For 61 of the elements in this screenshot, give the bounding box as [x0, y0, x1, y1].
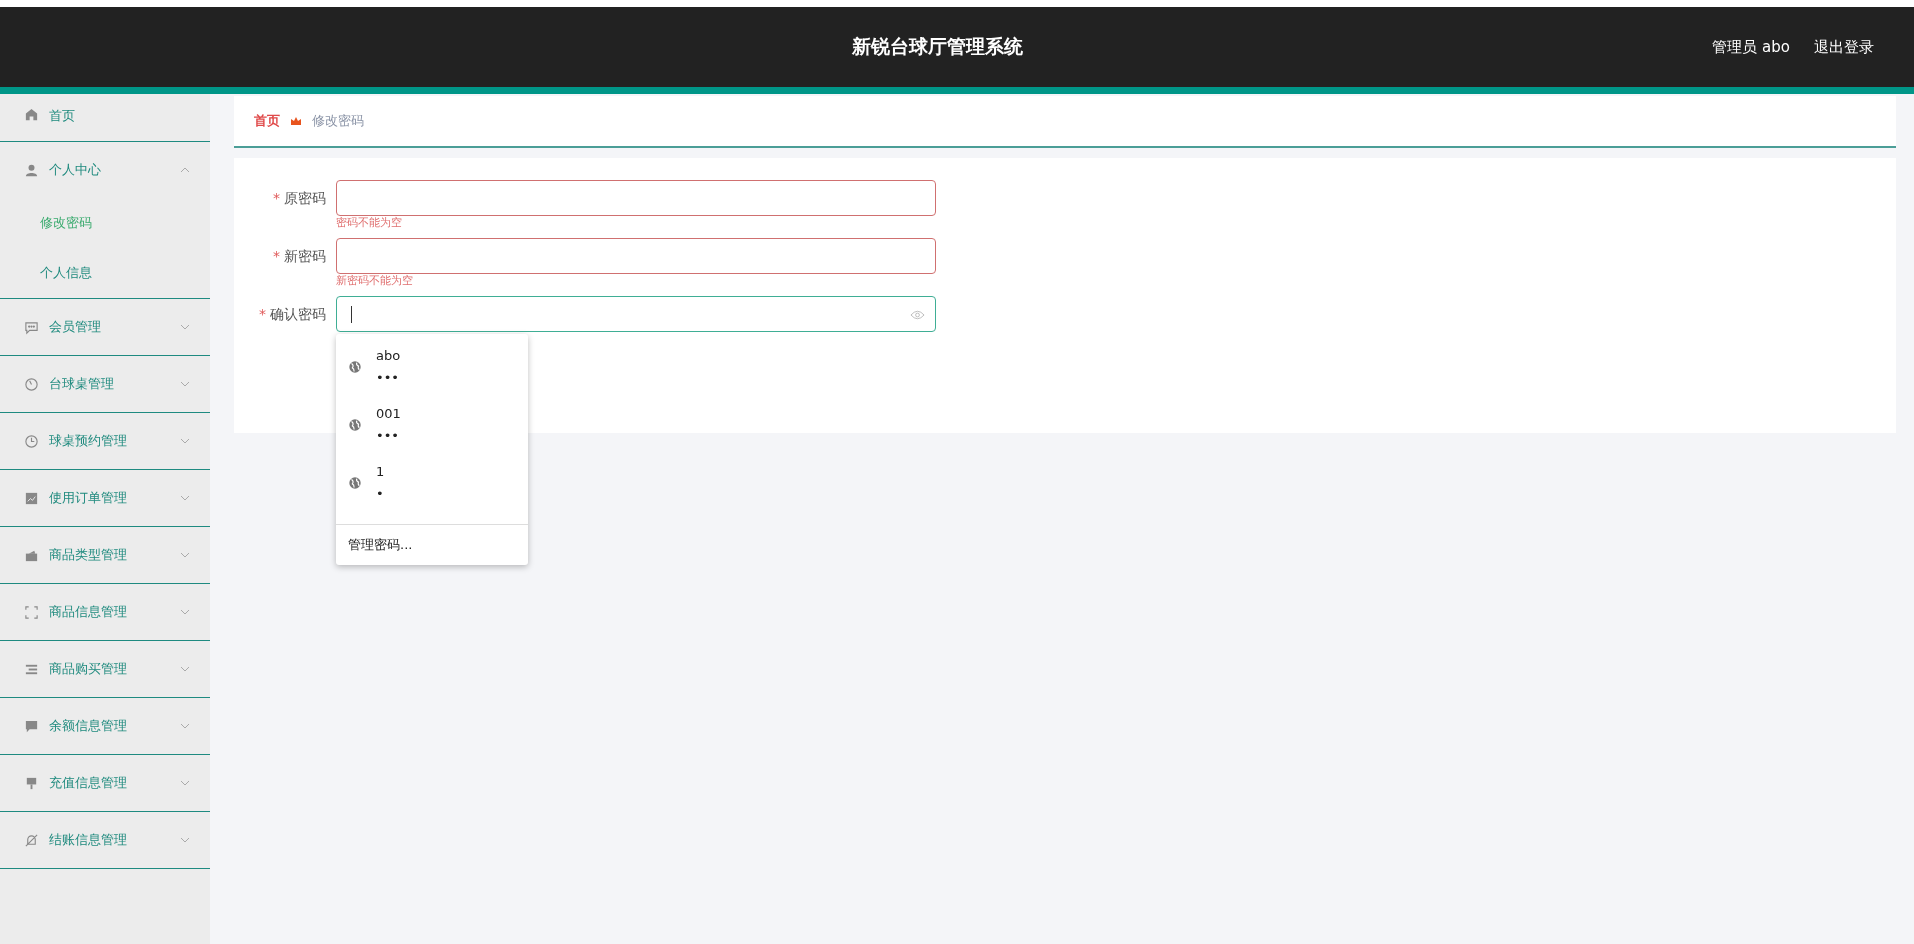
- saved-password-item[interactable]: abo •••: [336, 338, 528, 396]
- chevron-icon: [180, 167, 190, 173]
- manage-passwords-item[interactable]: 管理密码...: [336, 524, 528, 565]
- menu-item[interactable]: 余额信息管理: [0, 698, 210, 754]
- chevron-icon: [180, 723, 190, 729]
- logout-link[interactable]: 退出登录: [1814, 37, 1874, 57]
- globe-icon: [348, 476, 362, 490]
- globe-icon: [348, 360, 362, 374]
- submenu-item[interactable]: 修改密码: [0, 198, 210, 248]
- password-field[interactable]: [336, 238, 936, 274]
- chevron-icon: [180, 324, 190, 330]
- clock-icon: [24, 433, 39, 449]
- app-title: 新锐台球厅管理系统: [851, 34, 1023, 59]
- saved-password-item[interactable]: 1 •: [336, 454, 528, 512]
- menu-item[interactable]: 会员管理: [0, 299, 210, 355]
- gauge-icon: [24, 376, 39, 392]
- globe-icon: [348, 418, 362, 432]
- chevron-icon: [180, 495, 190, 501]
- chevron-icon: [180, 666, 190, 672]
- menu-item[interactable]: 使用订单管理: [0, 470, 210, 526]
- chevron-icon: [180, 438, 190, 444]
- user-icon: [24, 162, 39, 178]
- required-mark: *: [273, 190, 280, 206]
- required-mark: *: [273, 248, 280, 264]
- chat-icon: [24, 319, 39, 335]
- user-label: 管理员 abo: [1712, 37, 1790, 57]
- menu-item[interactable]: 球桌预约管理: [0, 413, 210, 469]
- chevron-icon: [180, 837, 190, 843]
- menu-item[interactable]: 个人中心: [0, 142, 210, 198]
- menu-item[interactable]: 结账信息管理: [0, 812, 210, 868]
- bell-off-icon: [24, 832, 39, 848]
- field-label: 新密码: [284, 248, 326, 264]
- chevron-icon: [180, 552, 190, 558]
- field-label: 原密码: [284, 190, 326, 206]
- message-icon: [24, 718, 39, 734]
- breadcrumb-link[interactable]: 首页: [254, 112, 280, 130]
- chevron-icon: [180, 609, 190, 615]
- frame-icon: [24, 604, 39, 620]
- text-cursor: [351, 306, 352, 323]
- menu-item[interactable]: 商品类型管理: [0, 527, 210, 583]
- breadcrumb-link[interactable]: 修改密码: [312, 112, 364, 130]
- chevron-icon: [180, 780, 190, 786]
- field-label: 确认密码: [270, 306, 326, 322]
- saved-password-item[interactable]: 001 •••: [336, 396, 528, 454]
- menu-item[interactable]: 充值信息管理: [0, 755, 210, 811]
- brush-icon: [24, 775, 39, 791]
- menu-item[interactable]: 台球桌管理: [0, 356, 210, 412]
- password-field[interactable]: [336, 296, 936, 332]
- error-message: 新密码不能为空: [336, 274, 414, 289]
- chart-icon: [24, 490, 39, 506]
- eye-icon[interactable]: [910, 310, 925, 320]
- required-mark: *: [259, 306, 266, 322]
- error-message: 密码不能为空: [336, 216, 403, 231]
- menu-item[interactable]: 首页: [0, 94, 210, 141]
- crown-icon: [290, 115, 302, 127]
- submenu-item[interactable]: 个人信息: [0, 248, 210, 298]
- password-field[interactable]: [336, 180, 936, 216]
- home-icon: [24, 107, 39, 122]
- chevron-icon: [180, 381, 190, 387]
- menu-item[interactable]: 商品购买管理: [0, 641, 210, 697]
- menu-item[interactable]: 商品信息管理: [0, 584, 210, 640]
